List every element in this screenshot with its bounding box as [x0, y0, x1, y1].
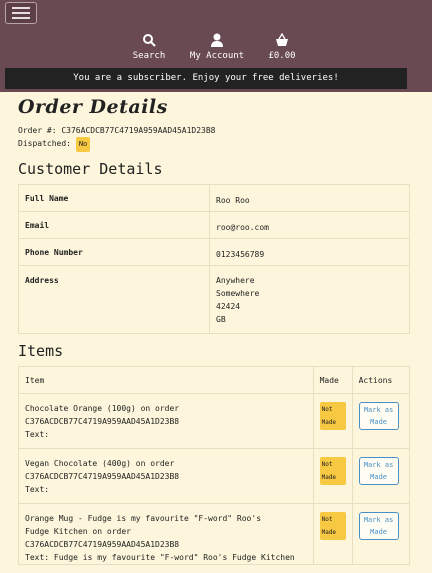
item-name: Chocolate Orange (100g) on order: [25, 404, 180, 413]
order-number-label: Order #:: [18, 126, 57, 135]
table-row: Vegan Chocolate (400g) on order C376ACDC…: [18, 448, 411, 504]
item-made-cell: Not Made: [312, 393, 353, 449]
address-label: Address: [18, 265, 210, 334]
address-line: 42424: [216, 302, 241, 311]
menu-icon: [12, 7, 30, 9]
search-icon: [143, 34, 156, 47]
not-made-badge: Not Made: [319, 512, 346, 540]
nav-search[interactable]: Search: [114, 33, 184, 61]
table-row: Full Name Roo Roo: [18, 184, 410, 212]
item-description: Orange Mug - Fudge is my favourite "F-wo…: [18, 503, 314, 565]
full-name-value: Roo Roo: [209, 184, 410, 212]
order-number-line: Order #: C376ACDCB77C4719A959AAD45A1D23B…: [18, 124, 414, 137]
customer-details-table: Full Name Roo Roo Email roo@roo.com Phon…: [18, 184, 410, 334]
item-description: Vegan Chocolate (400g) on order C376ACDC…: [18, 448, 314, 504]
item-text: Text:: [25, 485, 50, 494]
item-actions-cell: Mark as Made: [351, 503, 411, 565]
nav-account[interactable]: My Account: [182, 33, 252, 61]
email-value: roo@roo.com: [209, 211, 410, 239]
full-name-label: Full Name: [18, 184, 210, 212]
nav-basket[interactable]: £0.00: [247, 33, 317, 61]
item-name: Orange Mug - Fudge is my favourite "F-wo…: [25, 514, 262, 523]
not-made-badge: Not Made: [319, 457, 346, 485]
subscriber-banner: You are a subscriber. Enjoy your free de…: [5, 68, 407, 89]
items-table: Item Made Actions Chocolate Orange (100g…: [18, 366, 411, 565]
item-text: Text:: [25, 430, 50, 439]
main-content: Order Details Order #: C376ACDCB77C4719A…: [0, 96, 432, 565]
table-row: Phone Number 0123456789: [18, 238, 410, 266]
mark-as-made-button[interactable]: Mark as Made: [358, 402, 399, 430]
table-row: Orange Mug - Fudge is my favourite "F-wo…: [18, 503, 411, 565]
item-order-number: C376ACDCB77C4719A959AAD45A1D23B8: [25, 472, 180, 481]
column-header-actions: Actions: [351, 366, 411, 394]
nav-basket-total: £0.00: [268, 51, 296, 61]
item-order-number: C376ACDCB77C4719A959AAD45A1D23B8: [25, 540, 180, 549]
basket-icon: [276, 33, 288, 46]
items-heading: Items: [18, 342, 64, 360]
item-made-cell: Not Made: [312, 448, 353, 504]
address-value: Anywhere Somewhere 42424 GB: [209, 265, 410, 334]
customer-details-heading: Customer Details: [18, 160, 163, 178]
mark-as-made-button[interactable]: Mark as Made: [358, 457, 399, 485]
menu-toggle-button[interactable]: [5, 2, 37, 24]
not-made-badge: Not Made: [319, 402, 346, 430]
phone-label: Phone Number: [18, 238, 210, 266]
item-name-continued: Fudge Kitchen on order: [25, 527, 131, 536]
table-row: Chocolate Orange (100g) on order C376ACD…: [18, 393, 411, 449]
item-description: Chocolate Orange (100g) on order C376ACD…: [18, 393, 314, 449]
item-order-number: C376ACDCB77C4719A959AAD45A1D23B8: [25, 417, 180, 426]
column-header-item: Item: [18, 366, 314, 394]
address-line: Anywhere: [216, 276, 255, 285]
dispatched-badge: No: [75, 137, 91, 152]
table-row: Email roo@roo.com: [18, 211, 410, 239]
address-line: GB: [216, 315, 226, 324]
email-label: Email: [18, 211, 210, 239]
phone-value: 0123456789: [209, 238, 410, 266]
page-title: Order Details: [18, 96, 168, 118]
table-header-row: Item Made Actions: [18, 366, 411, 394]
nav-account-label: My Account: [189, 51, 245, 61]
item-made-cell: Not Made: [312, 503, 353, 565]
address-line: Somewhere: [216, 289, 260, 298]
mark-as-made-button[interactable]: Mark as Made: [358, 512, 399, 540]
user-icon: [211, 33, 223, 47]
order-number: C376ACDCB77C4719A959AAD45A1D23B8: [61, 126, 216, 135]
dispatched-line: Dispatched: No: [18, 137, 414, 152]
column-header-made: Made: [312, 366, 353, 394]
item-actions-cell: Mark as Made: [351, 393, 411, 449]
item-actions-cell: Mark as Made: [351, 448, 411, 504]
item-name: Vegan Chocolate (400g) on order: [25, 459, 175, 468]
top-navbar: Search My Account £0.00 You are a subscr…: [0, 0, 432, 92]
item-text: Text: Fudge is my favourite "F-word" Roo…: [25, 553, 295, 562]
dispatched-label: Dispatched:: [18, 139, 71, 148]
table-row: Address Anywhere Somewhere 42424 GB: [18, 265, 410, 334]
nav-search-label: Search: [132, 51, 166, 61]
